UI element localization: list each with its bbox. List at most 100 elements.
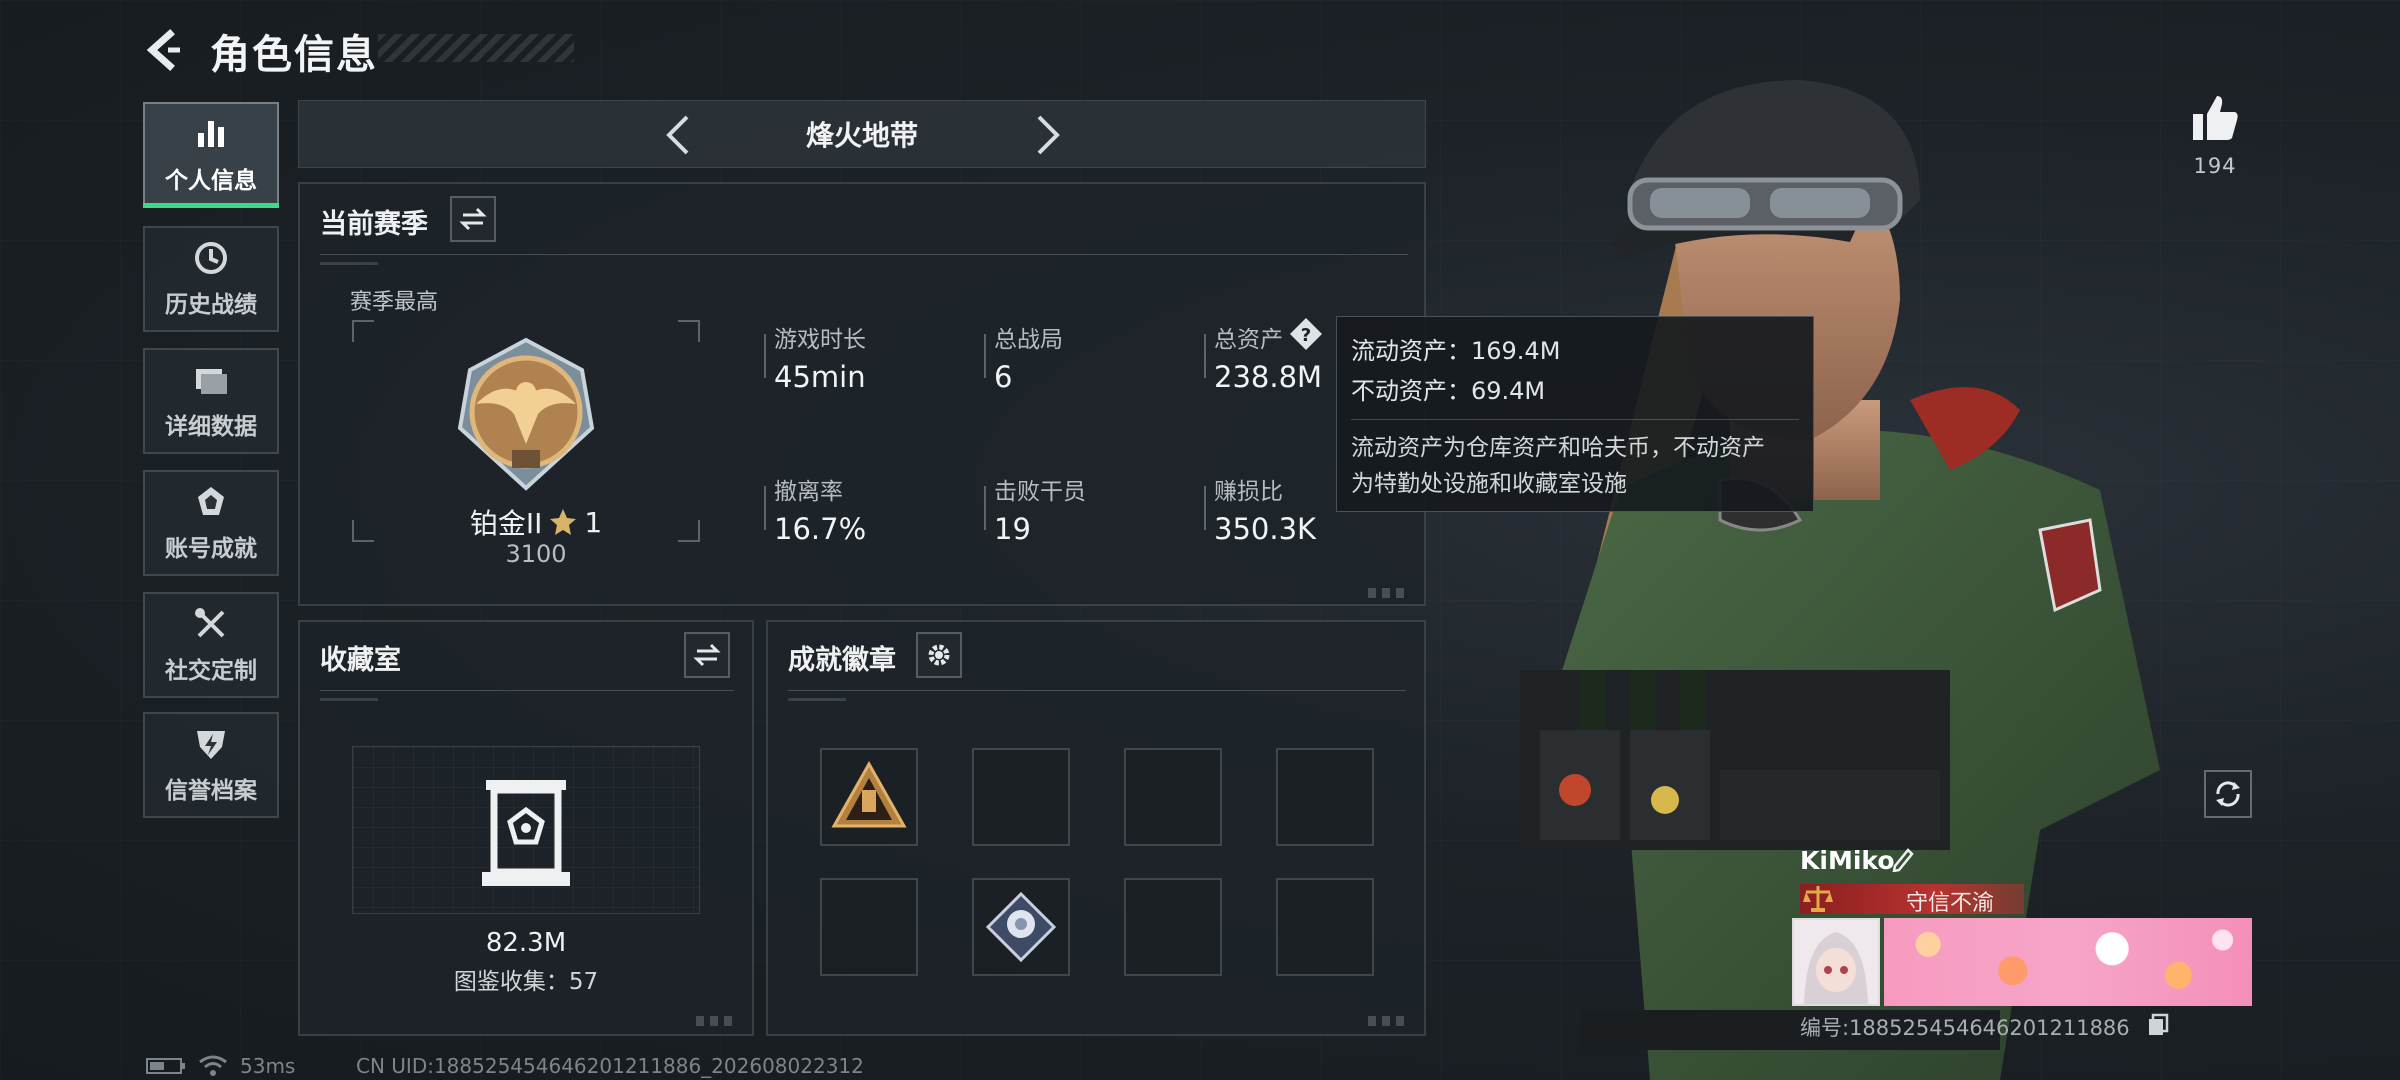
collection-codex: 图鉴收集：57 [453, 969, 599, 995]
rank-stars: 1 [584, 505, 603, 539]
sidebar-item-label: 账号成就 [165, 536, 257, 562]
badge-slot[interactable] [820, 748, 918, 846]
divider [788, 690, 1406, 691]
rank-name: 铂金II [469, 507, 543, 540]
season-title: 当前赛季 [320, 209, 428, 240]
folder-icon [196, 369, 227, 394]
edit-icon[interactable] [1890, 846, 1916, 872]
bar-chart-icon [198, 121, 224, 147]
svg-text:?: ? [1301, 325, 1311, 346]
next-mode-arrow-icon[interactable] [1027, 111, 1067, 159]
badge-slot[interactable] [820, 878, 918, 976]
tools-icon [195, 608, 225, 638]
medal-icon [198, 487, 224, 515]
rank-emblem-icon [457, 337, 595, 491]
player-id: 编号:1885254546462012118​86 [1800, 1016, 2130, 1040]
sidebar-item-account-achievements[interactable]: 账号成就 [143, 470, 279, 576]
stat-divider [1204, 486, 1206, 530]
stat-label-playtime: 游戏时长 [774, 327, 866, 353]
corner-decoration [1368, 1016, 1408, 1026]
stat-label-kills: 击败干员 [994, 479, 1086, 505]
frame-corner [678, 520, 700, 542]
sidebar-item-label: 信誉档案 [165, 778, 257, 804]
sidebar-item-match-history[interactable]: 历史战绩 [143, 226, 279, 332]
stat-value-extract-rate: 16.7% [774, 512, 867, 546]
scales-icon [1803, 886, 1833, 912]
wifi-icon [199, 1055, 227, 1076]
collection-switch-button[interactable] [684, 632, 730, 678]
rank-label: 铂金II 1 [456, 502, 616, 542]
prev-mode-arrow-icon[interactable] [659, 111, 699, 159]
thumbs-up-icon [2193, 96, 2238, 140]
stat-divider [984, 486, 986, 530]
player-title: 守信不渝 [1906, 891, 1995, 916]
player-name: KiMiko [1800, 846, 1895, 875]
divider-accent [320, 698, 378, 701]
sidebar-item-social-custom[interactable]: 社交定制 [143, 592, 279, 698]
badge-slot[interactable] [972, 748, 1070, 846]
stat-label-extract-rate: 撤离率 [774, 479, 843, 505]
tooltip-desc-line1: 流动资产为仓库资产和哈夫币，不动资产 [1351, 435, 1765, 461]
sidebar-item-reputation[interactable]: 信誉档案 [143, 712, 279, 818]
badge-slot[interactable] [1124, 878, 1222, 976]
stat-divider [764, 486, 766, 530]
tooltip-liquid-assets: 流动资产：169.4M [1351, 337, 1561, 365]
stat-value-kills: 19 [994, 512, 1031, 546]
stat-label-total-assets: 总资产 [1214, 327, 1283, 353]
stat-value-playtime: 45min [774, 360, 866, 394]
collection-title: 收藏室 [320, 645, 401, 676]
badge-slot[interactable] [1124, 748, 1222, 846]
badge-slot[interactable] [1276, 748, 1374, 846]
sidebar-item-personal-info[interactable]: 个人信息 [143, 102, 279, 208]
avatar-portrait [1794, 920, 1878, 1004]
frame-corner [352, 520, 374, 542]
mode-selector: 烽火地带 [298, 100, 1426, 168]
name-card-banner[interactable] [1884, 918, 2252, 1006]
sidebar-item-label: 历史战绩 [165, 292, 257, 318]
season-best-label: 赛季最高 [350, 290, 439, 315]
stat-divider [764, 334, 766, 378]
achievements-settings-button[interactable] [916, 632, 962, 678]
gear-icon [928, 644, 950, 666]
page-title: 角色信息 [210, 32, 378, 78]
corner-decoration [696, 1016, 736, 1026]
assets-tooltip: 流动资产：169.4M 不动资产：69.4M 流动资产为仓库资产和哈夫币，不动资… [1336, 316, 1814, 512]
stat-divider [1204, 334, 1206, 378]
mode-title: 烽火地带 [805, 119, 918, 152]
ping-value: 53ms [240, 1054, 296, 1078]
divider-accent [320, 262, 378, 265]
help-icon[interactable]: ? [1288, 316, 1324, 352]
copy-icon[interactable] [2146, 1012, 2170, 1036]
achievements-title: 成就徽章 [788, 645, 896, 676]
back-arrow-icon[interactable] [140, 26, 188, 74]
stat-divider [984, 334, 986, 378]
tooltip-fixed-assets: 不动资产：69.4M [1351, 377, 1546, 405]
flower-badge-icon [985, 891, 1057, 963]
like-widget[interactable]: 194 [2180, 92, 2250, 178]
cn-uid: CN UID:18852545464620121188​6_2026080223… [356, 1054, 864, 1078]
badge-slot[interactable] [1276, 878, 1374, 976]
tooltip-desc-line2: 为特勤处设施和收藏室设施 [1351, 471, 1627, 497]
frame-corner [678, 320, 700, 342]
avatar[interactable] [1792, 918, 1880, 1006]
stat-value-total-assets: 238.8M [1214, 360, 1323, 394]
swap-icon [459, 207, 487, 231]
star-icon [550, 509, 577, 535]
swap-icon [693, 643, 721, 667]
stat-label-matches: 总战局 [994, 327, 1063, 353]
rotate-model-button[interactable] [2204, 770, 2252, 818]
sidebar-item-detailed-data[interactable]: 详细数据 [143, 348, 279, 454]
corner-decoration [1368, 588, 1408, 598]
clock-icon [195, 242, 227, 274]
sidebar-item-label: 个人信息 [165, 168, 257, 194]
badge-slot[interactable] [972, 878, 1070, 976]
divider-accent [788, 698, 846, 701]
tooltip-divider [1351, 419, 1799, 420]
title-decoration [378, 34, 574, 62]
stat-value-profit-ratio: 350.3K [1214, 512, 1317, 546]
hand-badge-icon [831, 760, 907, 828]
stat-value-matches: 6 [994, 360, 1013, 394]
season-switch-button[interactable] [450, 196, 496, 242]
divider [320, 254, 1408, 255]
rotate-icon [2216, 781, 2240, 807]
